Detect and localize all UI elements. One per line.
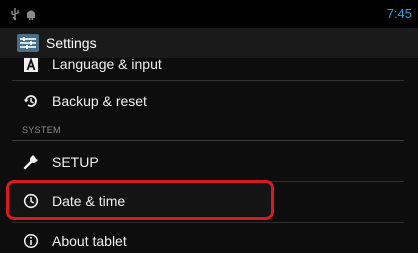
settings-item-date-time[interactable]: Date & time bbox=[0, 182, 418, 220]
section-header-system: SYSTEM bbox=[22, 125, 61, 135]
settings-item-backup[interactable]: Backup & reset bbox=[0, 82, 418, 120]
android-settings-screen: 7:45 Settings Language & input Backup & … bbox=[0, 0, 418, 253]
status-bar: 7:45 bbox=[0, 0, 418, 28]
usb-icon bbox=[11, 8, 19, 21]
settings-item-label: SETUP bbox=[52, 154, 99, 170]
settings-item-setup[interactable]: SETUP bbox=[0, 143, 418, 181]
settings-item-label: About tablet bbox=[52, 233, 127, 249]
wrench-icon bbox=[23, 155, 38, 170]
settings-item-label: Date & time bbox=[52, 193, 126, 209]
status-time: 7:45 bbox=[386, 6, 412, 21]
clock-icon bbox=[23, 193, 39, 209]
info-icon bbox=[23, 233, 39, 249]
backup-restore-icon bbox=[23, 95, 37, 107]
settings-item-label: Backup & reset bbox=[52, 93, 147, 109]
settings-item-label: Language & input bbox=[52, 56, 162, 72]
divider bbox=[12, 80, 404, 81]
section-divider bbox=[12, 140, 404, 141]
language-a-icon bbox=[24, 57, 38, 72]
settings-item-about[interactable]: About tablet bbox=[0, 222, 418, 253]
settings-item-language[interactable]: Language & input bbox=[0, 50, 418, 78]
android-debug-icon bbox=[27, 10, 35, 20]
